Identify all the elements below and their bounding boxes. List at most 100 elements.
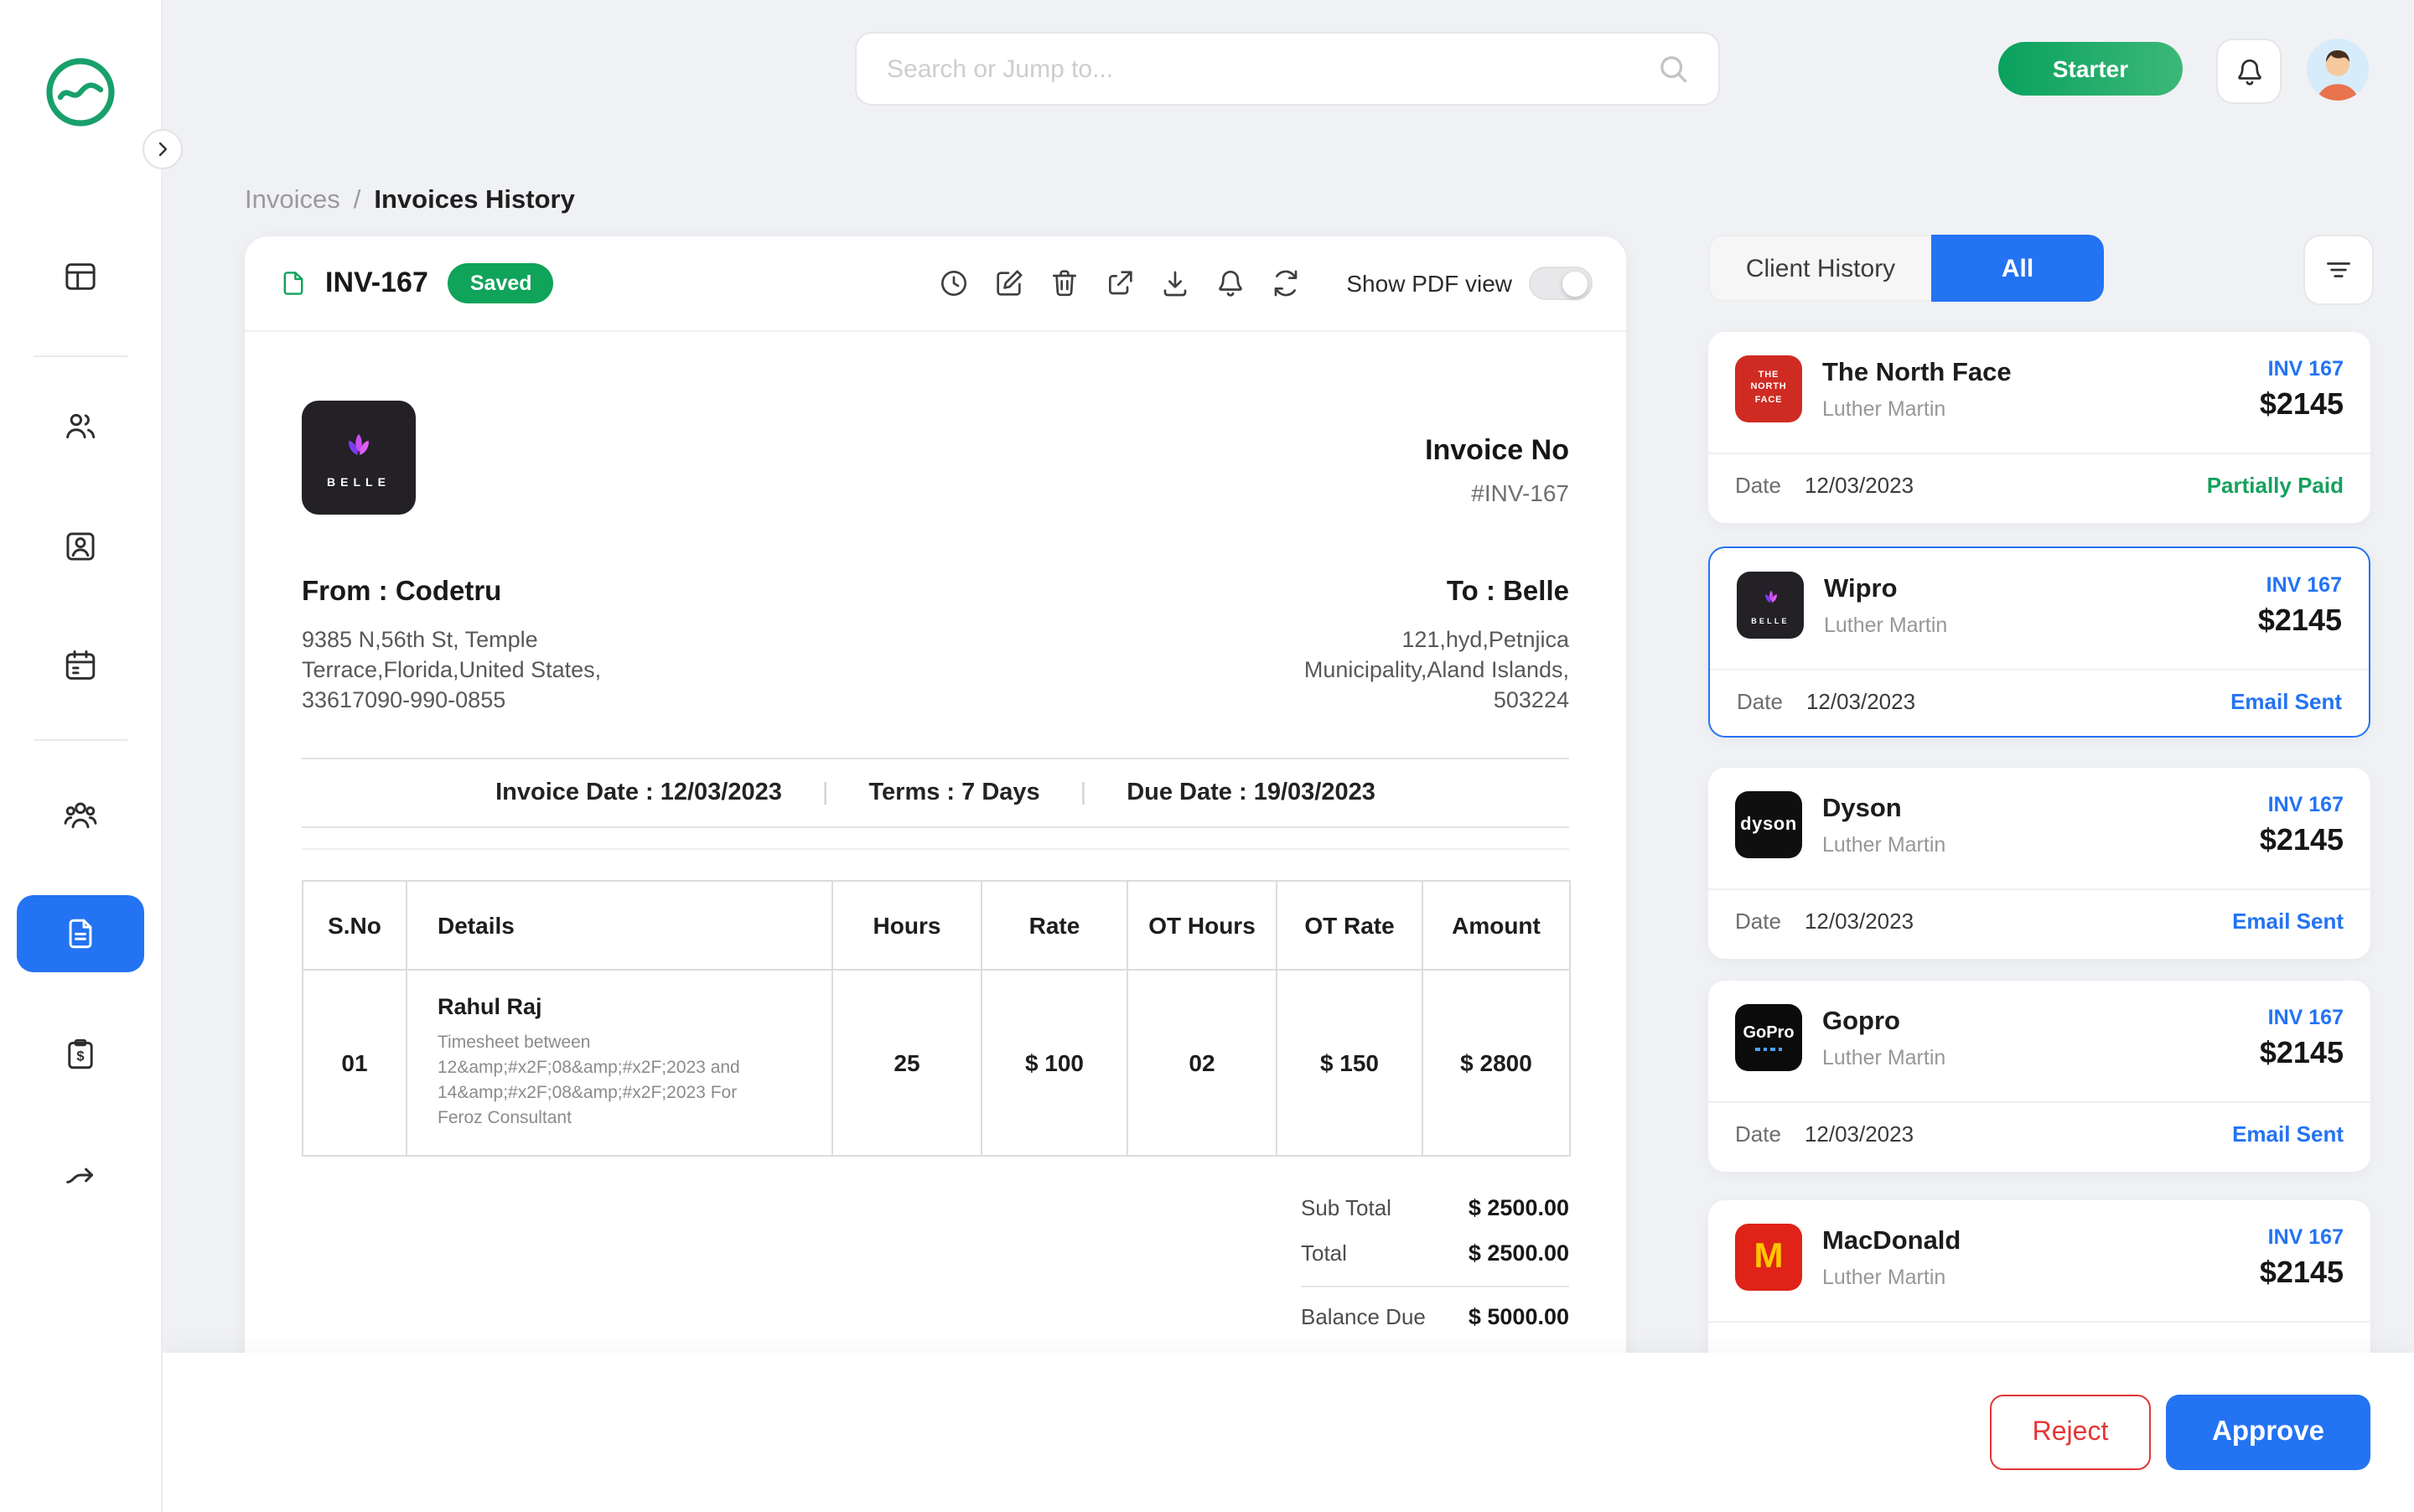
invoice-no-label: Invoice No (1425, 434, 1569, 468)
cell-ot-rate: $ 150 (1277, 970, 1422, 1156)
balance-due-row: Balance Due $ 5000.00 (1301, 1286, 1569, 1329)
col-ot-rate: OT Rate (1277, 881, 1422, 970)
invoice-toolbar (937, 267, 1303, 300)
history-card-the-north-face[interactable]: THE NORTH FACE The North Face Luther Mar… (1708, 332, 2370, 523)
contact-name: Luther Martin (1822, 1046, 2240, 1069)
sidebar-item-calendar[interactable] (17, 627, 144, 704)
delete-button[interactable] (1048, 267, 1081, 300)
approve-button[interactable]: Approve (2166, 1395, 2370, 1470)
sidebar-item-team[interactable] (17, 776, 144, 853)
sidebar-item-employees[interactable] (17, 508, 144, 585)
to-address: 121,hyd,Petnjica Municipality,Aland Isla… (1251, 625, 1569, 717)
history-card-names: Wipro Luther Martin (1824, 572, 2238, 637)
history-card-amounts: INV 167 $2145 (2258, 572, 2342, 639)
employee-badge-icon (62, 528, 99, 565)
meta-separator: | (822, 779, 829, 806)
invoice-preview-card: INV-167 Saved (245, 236, 1626, 1410)
invoice-to-block: To : Belle 121,hyd,Petnjica Municipality… (1251, 577, 1569, 717)
clock-icon (937, 267, 971, 300)
sidebar-expand-button[interactable] (142, 129, 183, 169)
history-card-amounts: INV 167 $2145 (2260, 1004, 2344, 1071)
invoice-from-block: From : Codetru 9385 N,56th St, Temple Te… (302, 577, 645, 717)
invoice-date: Invoice Date : 12/03/2023 (495, 779, 782, 806)
sidebar-item-billing[interactable]: $ (17, 1016, 144, 1093)
search-input[interactable] (883, 53, 1655, 85)
filter-button[interactable] (2303, 235, 2374, 305)
from-address: 9385 N,56th St, Temple Terrace,Florida,U… (302, 625, 645, 717)
edit-button[interactable] (992, 267, 1026, 300)
invoice-terms: Terms : 7 Days (868, 779, 1039, 806)
date-label: Date (1735, 473, 1781, 498)
company-name: Gopro (1822, 1007, 2240, 1038)
billing-clipboard-icon: $ (62, 1036, 99, 1073)
download-button[interactable] (1158, 267, 1192, 300)
history-card-top: THE NORTH FACE The North Face Luther Mar… (1708, 332, 2370, 453)
gopro-dots (1755, 1048, 1782, 1052)
sidebar-divider (34, 739, 127, 741)
reminder-button[interactable] (1214, 267, 1247, 300)
cell-rate: $ 100 (982, 970, 1127, 1156)
date-label: Date (1735, 909, 1781, 934)
date-label: Date (1735, 1121, 1781, 1147)
pdf-view-toggle[interactable] (1529, 267, 1593, 300)
history-card-gopro[interactable]: GoPro Gopro Luther Martin INV 167 $2145 … (1708, 981, 2370, 1172)
date-value: 12/03/2023 (1805, 909, 1914, 934)
meta-underline (302, 848, 1569, 850)
sidebar: $ (0, 0, 163, 1512)
history-card-names: Dyson Luther Martin (1822, 791, 2240, 857)
history-card-names: The North Face Luther Martin (1822, 355, 2240, 421)
history-card-dyson[interactable]: dyson Dyson Luther Martin INV 167 $2145 … (1708, 768, 2370, 959)
svg-text:$: $ (76, 1049, 84, 1064)
sidebar-item-invoices[interactable] (17, 895, 144, 972)
invoice-ref: INV 167 (2260, 1225, 2344, 1249)
share-button[interactable] (1103, 267, 1137, 300)
invoice-amount: $2145 (2260, 1036, 2344, 1071)
bell-icon (1214, 267, 1247, 300)
contact-name: Luther Martin (1824, 614, 2238, 637)
reject-button[interactable]: Reject (1990, 1395, 2151, 1470)
edit-pencil-icon (992, 267, 1026, 300)
status-badge: Email Sent (2232, 909, 2344, 934)
user-avatar[interactable] (2307, 39, 2369, 101)
tab-all[interactable]: All (1931, 235, 2104, 302)
cell-hours: 25 (832, 970, 982, 1156)
notifications-button[interactable] (2216, 39, 2282, 104)
col-hours: Hours (832, 881, 982, 970)
history-card-names: MacDonald Luther Martin (1822, 1224, 2240, 1289)
line-item-description: Timesheet between 12&amp;#x2F;08&amp;#x2… (438, 1030, 781, 1132)
cell-ot-hours: 02 (1127, 970, 1277, 1156)
breadcrumb-invoices[interactable]: Invoices (245, 186, 340, 216)
sidebar-item-dashboard[interactable] (17, 238, 144, 315)
invoice-line-items-table: S.No Details Hours Rate OT Hours OT Rate… (302, 880, 1571, 1157)
company-name: Wipro (1824, 575, 2238, 605)
invoice-number-title: INV-167 (325, 267, 428, 300)
gopro-logo: GoPro (1735, 1004, 1802, 1071)
sidebar-item-logout[interactable] (17, 1137, 144, 1214)
history-card-top: BELLE Wipro Luther Martin INV 167 $2145 (1710, 548, 2369, 669)
invoice-card-header: INV-167 Saved (245, 236, 1626, 332)
table-header-row: S.No Details Hours Rate OT Hours OT Rate… (303, 881, 1570, 970)
the-north-face-logo: THE NORTH FACE (1735, 355, 1802, 422)
plan-starter-button[interactable]: Starter (1998, 42, 2183, 96)
cell-amount: $ 2800 (1422, 970, 1570, 1156)
bell-icon (2232, 54, 2266, 88)
dashboard-icon (62, 258, 99, 295)
search-bar[interactable] (855, 32, 1720, 106)
history-card-wipro[interactable]: BELLE Wipro Luther Martin INV 167 $2145 … (1708, 546, 2370, 738)
col-ot-hours: OT Hours (1127, 881, 1277, 970)
company-name: MacDonald (1822, 1227, 2240, 1257)
subtotal-row: Sub Total $ 2500.00 (1301, 1195, 1569, 1220)
meta-separator: | (1080, 779, 1087, 806)
sidebar-item-users[interactable] (17, 387, 144, 464)
col-details: Details (407, 881, 832, 970)
history-button[interactable] (937, 267, 971, 300)
tab-client-history[interactable]: Client History (1708, 235, 1931, 302)
table-row: 01 Rahul Raj Timesheet between 12&amp;#x… (303, 970, 1570, 1156)
refresh-button[interactable] (1269, 267, 1303, 300)
logo-text: THE NORTH FACE (1742, 371, 1795, 407)
total-row: Total $ 2500.00 (1301, 1240, 1569, 1266)
balance-due-label: Balance Due (1301, 1304, 1426, 1329)
bottom-action-bar: Reject Approve (161, 1353, 2414, 1512)
breadcrumb: Invoices / Invoices History (245, 186, 575, 216)
history-card-footer: Date 12/03/2023 Email Sent (1708, 888, 2370, 952)
